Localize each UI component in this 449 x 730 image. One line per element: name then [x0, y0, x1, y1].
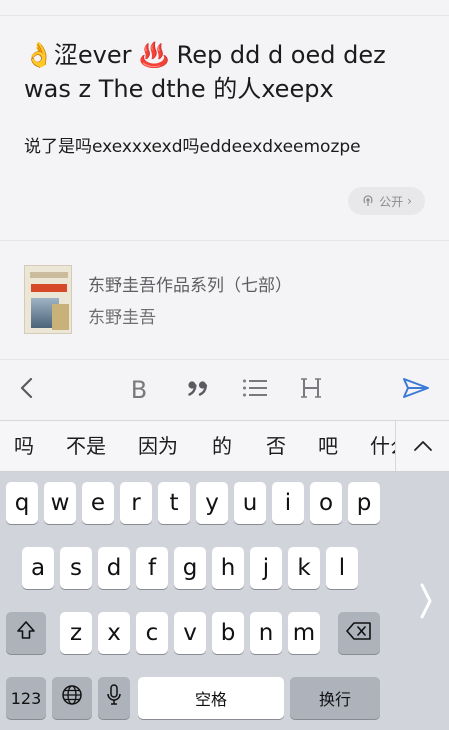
- backspace-icon: [346, 620, 372, 646]
- candidate-item[interactable]: 不是: [66, 421, 106, 471]
- shift-icon: [16, 620, 36, 646]
- heading-icon: [300, 376, 322, 404]
- key-r[interactable]: r: [120, 482, 152, 524]
- bold-button[interactable]: B: [122, 360, 156, 420]
- key-o[interactable]: o: [310, 482, 342, 524]
- numbers-key[interactable]: 123: [6, 677, 46, 719]
- key-y[interactable]: y: [196, 482, 228, 524]
- key-i[interactable]: i: [272, 482, 304, 524]
- key-b[interactable]: b: [212, 612, 244, 654]
- globe-icon: [61, 684, 83, 712]
- chevron-right-icon: ›: [407, 194, 412, 208]
- key-x[interactable]: x: [98, 612, 130, 654]
- key-z[interactable]: z: [60, 612, 92, 654]
- candidate-bar: 吗 不是 因为 的 否 吧 什么: [0, 420, 449, 472]
- key-a[interactable]: a: [22, 547, 54, 589]
- candidate-item[interactable]: 吧: [318, 421, 338, 471]
- dictation-key[interactable]: [98, 677, 130, 719]
- book-title: 东野圭吾作品系列（七部）: [88, 276, 292, 296]
- chevron-up-icon: [413, 437, 433, 456]
- book-cover: [24, 265, 72, 334]
- key-f[interactable]: f: [136, 547, 168, 589]
- key-c[interactable]: c: [136, 612, 168, 654]
- candidate-item[interactable]: 否: [266, 421, 286, 471]
- key-e[interactable]: e: [82, 482, 114, 524]
- top-strip: [0, 0, 449, 16]
- key-j[interactable]: j: [250, 547, 282, 589]
- quote-icon: [185, 376, 209, 404]
- bold-icon: B: [130, 376, 148, 404]
- format-toolbar: B: [0, 359, 449, 420]
- note-body[interactable]: 说了是吗exexxxexd吗eddeexdxeemozpe: [24, 134, 434, 160]
- visibility-label: 公开: [379, 194, 404, 209]
- visibility-toggle[interactable]: 公开 ›: [348, 187, 425, 215]
- keyboard: q w e r t y u i o p a s d f g h j k l z …: [0, 472, 449, 730]
- microphone-icon: [106, 683, 122, 713]
- key-t[interactable]: t: [158, 482, 190, 524]
- key-u[interactable]: u: [234, 482, 266, 524]
- key-w[interactable]: w: [44, 482, 76, 524]
- collapse-candidates-button[interactable]: [395, 421, 449, 471]
- list-icon: [242, 377, 268, 403]
- keyboard-chevron-right-icon[interactable]: [416, 579, 436, 623]
- candidate-item[interactable]: 吗: [14, 421, 34, 471]
- send-button[interactable]: [396, 360, 436, 420]
- key-l[interactable]: l: [326, 547, 358, 589]
- shift-key[interactable]: [6, 612, 46, 654]
- key-q[interactable]: q: [6, 482, 38, 524]
- send-icon: [402, 376, 430, 404]
- delete-key[interactable]: [338, 612, 380, 654]
- broadcast-icon: [361, 194, 375, 208]
- globe-key[interactable]: [52, 677, 92, 719]
- quote-button[interactable]: [180, 360, 214, 420]
- candidate-item[interactable]: 的: [212, 421, 232, 471]
- key-g[interactable]: g: [174, 547, 206, 589]
- space-key[interactable]: 空格: [138, 677, 284, 719]
- book-card[interactable]: 东野圭吾作品系列（七部） 东野圭吾: [0, 241, 449, 359]
- key-v[interactable]: v: [174, 612, 206, 654]
- chevron-left-icon: [19, 376, 35, 404]
- key-d[interactable]: d: [98, 547, 130, 589]
- heading-button[interactable]: [294, 360, 328, 420]
- list-button[interactable]: [238, 360, 272, 420]
- book-author: 东野圭吾: [88, 308, 156, 328]
- key-m[interactable]: m: [288, 612, 320, 654]
- note-editor[interactable]: 👌涩ever ♨️ Rep dd d oed dez was z The dth…: [0, 16, 449, 241]
- candidate-item[interactable]: 因为: [138, 421, 178, 471]
- key-s[interactable]: s: [60, 547, 92, 589]
- back-button[interactable]: [10, 360, 44, 420]
- key-p[interactable]: p: [348, 482, 380, 524]
- return-key[interactable]: 换行: [290, 677, 380, 719]
- key-n[interactable]: n: [250, 612, 282, 654]
- note-title[interactable]: 👌涩ever ♨️ Rep dd d oed dez was z The dth…: [24, 38, 434, 106]
- key-h[interactable]: h: [212, 547, 244, 589]
- key-k[interactable]: k: [288, 547, 320, 589]
